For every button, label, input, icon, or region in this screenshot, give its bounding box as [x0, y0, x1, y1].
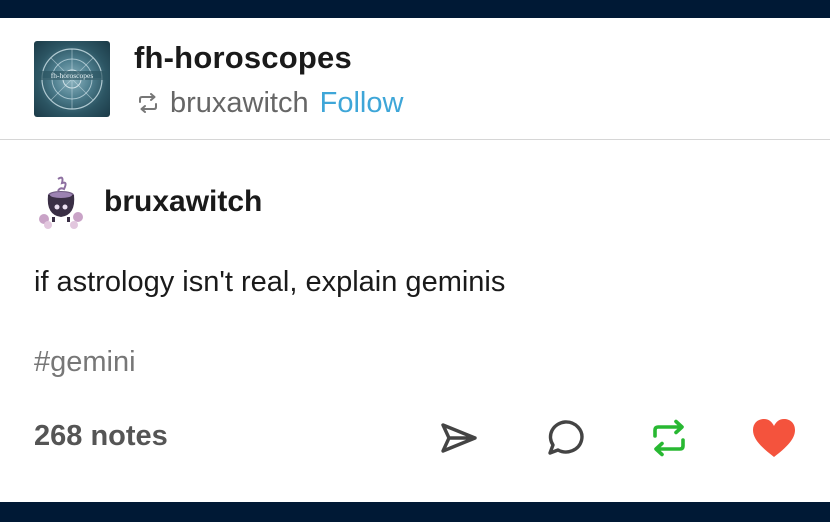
post-author[interactable]: bruxawitch — [104, 185, 262, 219]
share-button[interactable] — [436, 415, 482, 461]
reblog-icon — [139, 93, 157, 113]
post-body-text: if astrology isn't real, explain geminis — [34, 266, 506, 298]
reblog-icon — [653, 419, 685, 457]
share-icon — [441, 423, 477, 453]
post-card: fh-horoscopes fh-horoscopes bruxawitch F… — [0, 18, 830, 502]
follow-button[interactable]: Follow — [320, 87, 404, 120]
zodiac-wheel-icon: fh-horoscopes — [36, 48, 108, 110]
like-button[interactable] — [751, 415, 797, 461]
avatar-text: fh-horoscopes — [51, 71, 94, 80]
post-author-row: bruxawitch — [34, 172, 262, 232]
reblogged-from-link[interactable]: bruxawitch — [170, 87, 309, 120]
heart-icon — [753, 419, 795, 457]
reply-button[interactable] — [542, 415, 588, 461]
post-header: fh-horoscopes fh-horoscopes bruxawitch F… — [0, 18, 830, 140]
author-avatar[interactable] — [34, 173, 88, 231]
reblog-line: bruxawitch Follow — [136, 86, 403, 120]
notes-count[interactable]: 268 notes — [34, 420, 168, 453]
blog-name[interactable]: fh-horoscopes — [134, 40, 352, 76]
cauldron-avatar-icon — [39, 176, 83, 229]
post-tag[interactable]: #gemini — [34, 346, 136, 379]
blog-avatar[interactable]: fh-horoscopes — [34, 41, 110, 117]
reply-icon — [548, 420, 584, 455]
reblog-button[interactable] — [646, 415, 692, 461]
bottom-bar — [0, 502, 830, 522]
